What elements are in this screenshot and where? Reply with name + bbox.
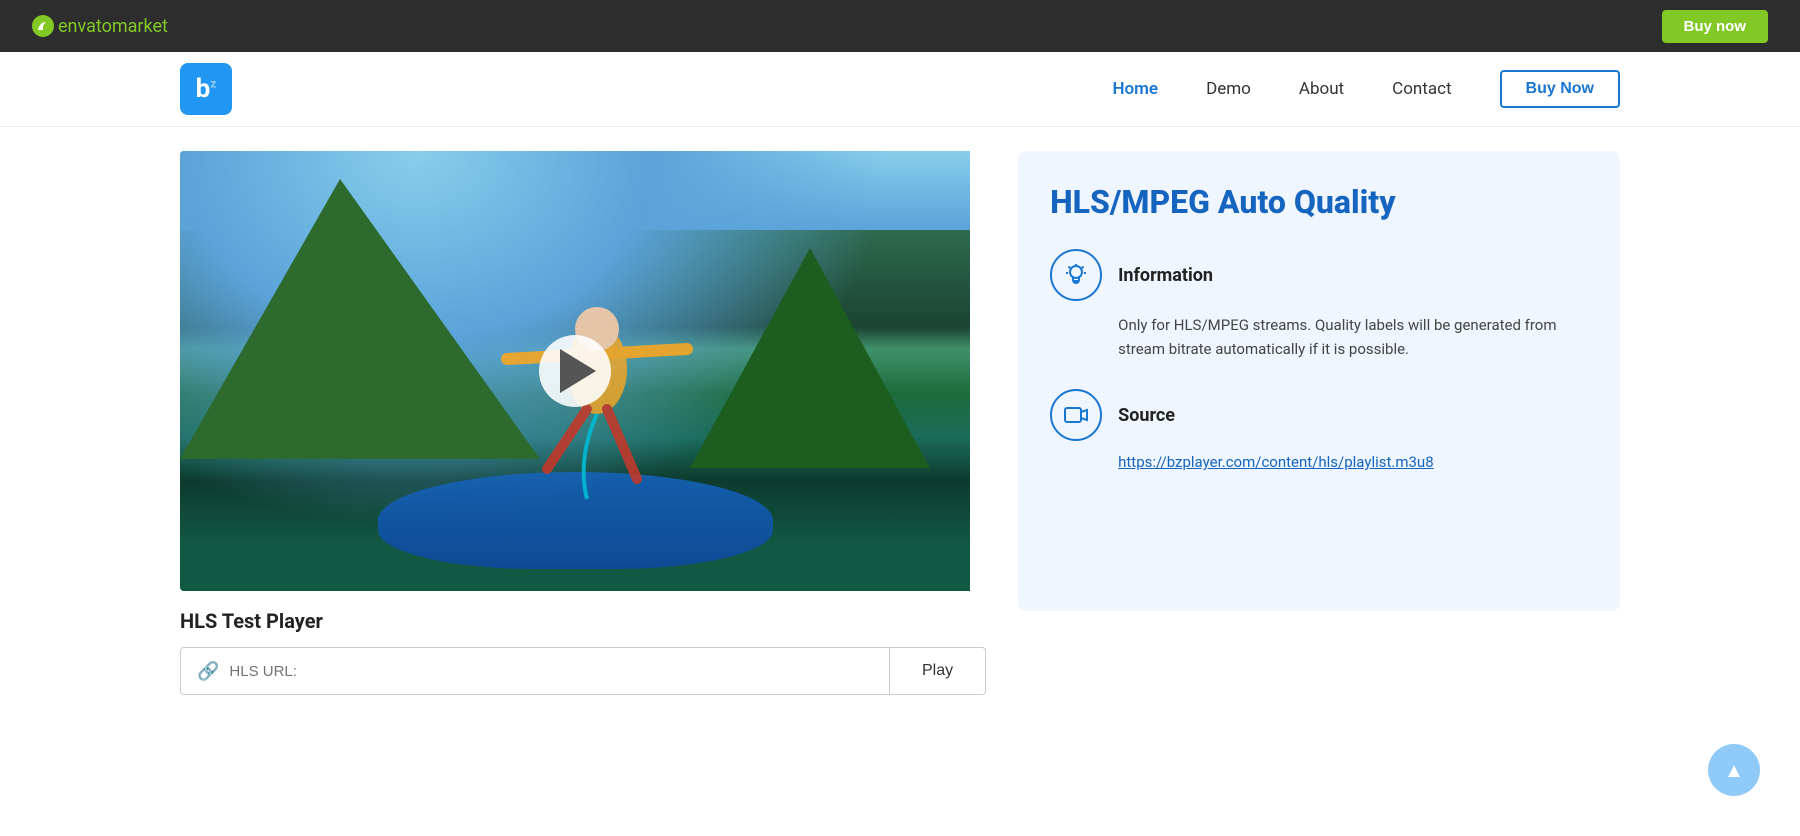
nav-contact[interactable]: Contact — [1392, 79, 1451, 99]
video-icon — [1063, 402, 1089, 428]
logo-letter: bz — [196, 74, 217, 104]
nav-demo[interactable]: Demo — [1206, 79, 1251, 99]
video-thumbnail[interactable] — [180, 151, 970, 591]
nav-links: Home Demo About Contact Buy Now — [1113, 70, 1621, 108]
lightbulb-icon-wrapper — [1050, 249, 1102, 301]
link-icon: 🔗 — [197, 661, 219, 682]
hls-test-section: HLS Test Player 🔗 Play — [180, 591, 986, 695]
info-panel-title: HLS/MPEG Auto Quality — [1050, 183, 1588, 221]
site-logo: bz — [180, 63, 232, 115]
source-heading: Source — [1118, 405, 1175, 426]
envato-logo: envatomarket — [32, 15, 168, 37]
hls-input-box: 🔗 — [180, 647, 890, 695]
scroll-to-top-button[interactable] — [1708, 744, 1760, 796]
buy-now-nav-button[interactable]: Buy Now — [1500, 70, 1620, 108]
hls-play-button[interactable]: Play — [890, 647, 986, 695]
source-section: Source https://bzplayer.com/content/hls/… — [1050, 389, 1588, 471]
info-text: Only for HLS/MPEG streams. Quality label… — [1050, 313, 1588, 361]
info-section-header: Information — [1050, 249, 1588, 301]
video-icon-wrapper — [1050, 389, 1102, 441]
nav-about[interactable]: About — [1299, 79, 1344, 99]
hls-test-title: HLS Test Player — [180, 609, 986, 633]
hls-url-input[interactable] — [229, 663, 873, 680]
buy-now-top-button[interactable]: Buy now — [1662, 10, 1769, 43]
nav-bar: bz Home Demo About Contact Buy Now — [0, 52, 1800, 127]
source-section-header: Source — [1050, 389, 1588, 441]
info-panel: HLS/MPEG Auto Quality — [1018, 151, 1620, 611]
hls-input-row: 🔗 Play — [180, 647, 986, 695]
video-container — [180, 151, 986, 591]
lightbulb-icon — [1063, 262, 1089, 288]
info-heading: Information — [1118, 265, 1213, 286]
envato-logo-icon — [32, 15, 54, 37]
video-section: HLS Test Player 🔗 Play HLS/MPEG Auto Qua… — [180, 127, 1620, 695]
nav-home[interactable]: Home — [1113, 79, 1159, 99]
top-bar: envatomarket Buy now — [0, 0, 1800, 52]
play-button-overlay[interactable] — [539, 335, 611, 407]
envato-logo-text: envatomarket — [58, 16, 168, 37]
source-link[interactable]: https://bzplayer.com/content/hls/playlis… — [1050, 453, 1588, 471]
video-player-column: HLS Test Player 🔗 Play — [180, 151, 986, 695]
info-information-section: Information Only for HLS/MPEG streams. Q… — [1050, 249, 1588, 361]
main-content: HLS Test Player 🔗 Play HLS/MPEG Auto Qua… — [0, 127, 1800, 695]
